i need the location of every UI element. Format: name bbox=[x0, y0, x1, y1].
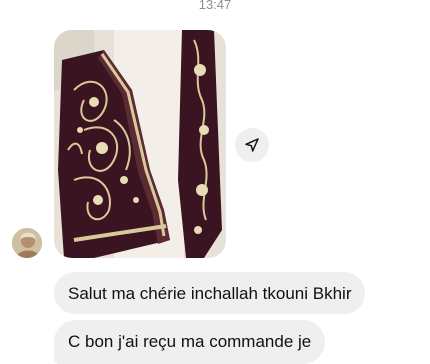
avatar-image bbox=[12, 228, 42, 258]
jacket-photo bbox=[54, 30, 226, 258]
share-button[interactable] bbox=[235, 128, 269, 162]
message-bubble[interactable]: C bon j'ai reçu ma commande je bbox=[54, 320, 326, 364]
message-bubble[interactable]: Salut ma chérie inchallah tkouni Bkhir bbox=[54, 272, 366, 314]
send-arrow-icon bbox=[245, 138, 259, 152]
message-timestamp: 13:47 bbox=[198, 0, 232, 12]
contact-avatar[interactable] bbox=[12, 228, 42, 258]
photo-attachment[interactable] bbox=[54, 30, 226, 258]
